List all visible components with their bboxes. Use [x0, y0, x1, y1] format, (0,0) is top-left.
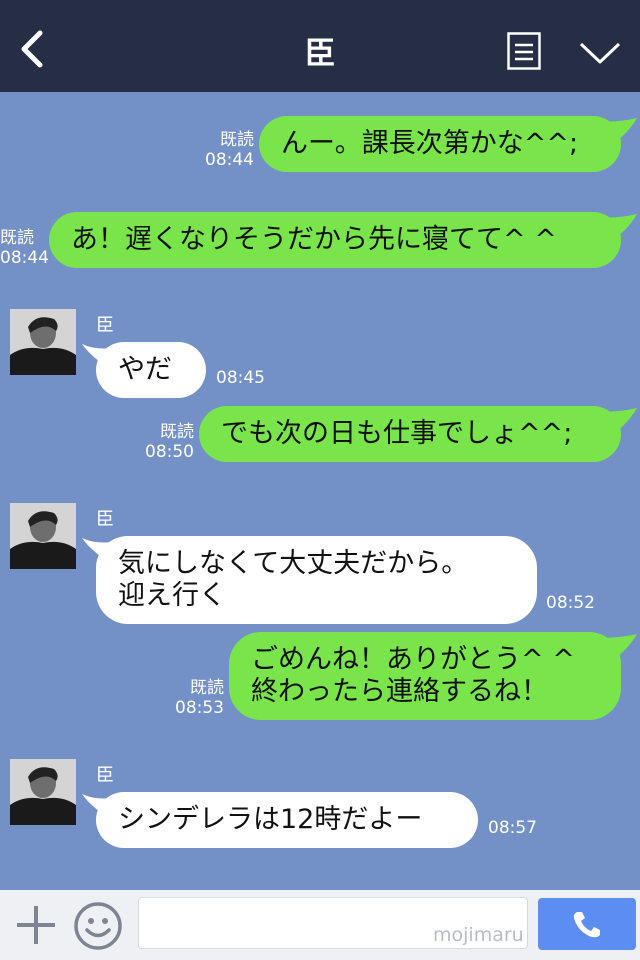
chevron-down-icon[interactable] — [579, 42, 621, 64]
avatar[interactable] — [10, 309, 76, 375]
sender-name: 臣 — [96, 509, 114, 530]
message-list[interactable]: 既読 08:44 んー。課長次第かな^^; 既読 08:44 あ！遅くなりそうだ… — [0, 92, 640, 890]
chat-title: 臣 — [304, 36, 336, 72]
avatar[interactable] — [10, 759, 76, 825]
sender-name: 臣 — [96, 765, 114, 786]
read-status: 既読 08:53 — [175, 678, 224, 718]
message-bubble-outgoing[interactable]: あ！遅くなりそうだから先に寝てて^ ^ — [49, 212, 621, 268]
read-status: 既読 08:44 — [205, 130, 254, 170]
message-bubble-outgoing[interactable]: んー。課長次第かな^^; — [259, 116, 621, 172]
message-bubble-outgoing[interactable]: でも次の日も仕事でしょ^^; — [199, 406, 621, 462]
avatar[interactable] — [10, 503, 76, 569]
read-status: 既読 08:44 — [0, 228, 49, 268]
message-time: 08:45 — [216, 368, 265, 388]
list-icon[interactable] — [507, 32, 541, 70]
smiley-icon[interactable] — [73, 901, 123, 951]
chat-header: 臣 — [0, 0, 640, 92]
message-time: 08:57 — [488, 818, 537, 838]
sender-name: 臣 — [96, 315, 114, 336]
plus-icon[interactable] — [14, 903, 58, 947]
message-bubble-outgoing[interactable]: ごめんね！ありがとう^ ^ 終わったら連絡するね！ — [229, 632, 621, 720]
read-status: 既読 08:50 — [145, 422, 194, 462]
message-bubble-incoming[interactable]: 気にしなくて大丈夫だから。 迎え行く — [96, 536, 537, 624]
phone-icon — [573, 912, 600, 938]
message-bubble-incoming[interactable]: シンデレラは12時だよー — [96, 792, 478, 848]
message-bubble-incoming[interactable]: やだ — [96, 342, 206, 398]
message-time: 08:52 — [546, 593, 595, 613]
call-button[interactable] — [538, 898, 636, 950]
watermark: mojimaru — [433, 924, 524, 946]
